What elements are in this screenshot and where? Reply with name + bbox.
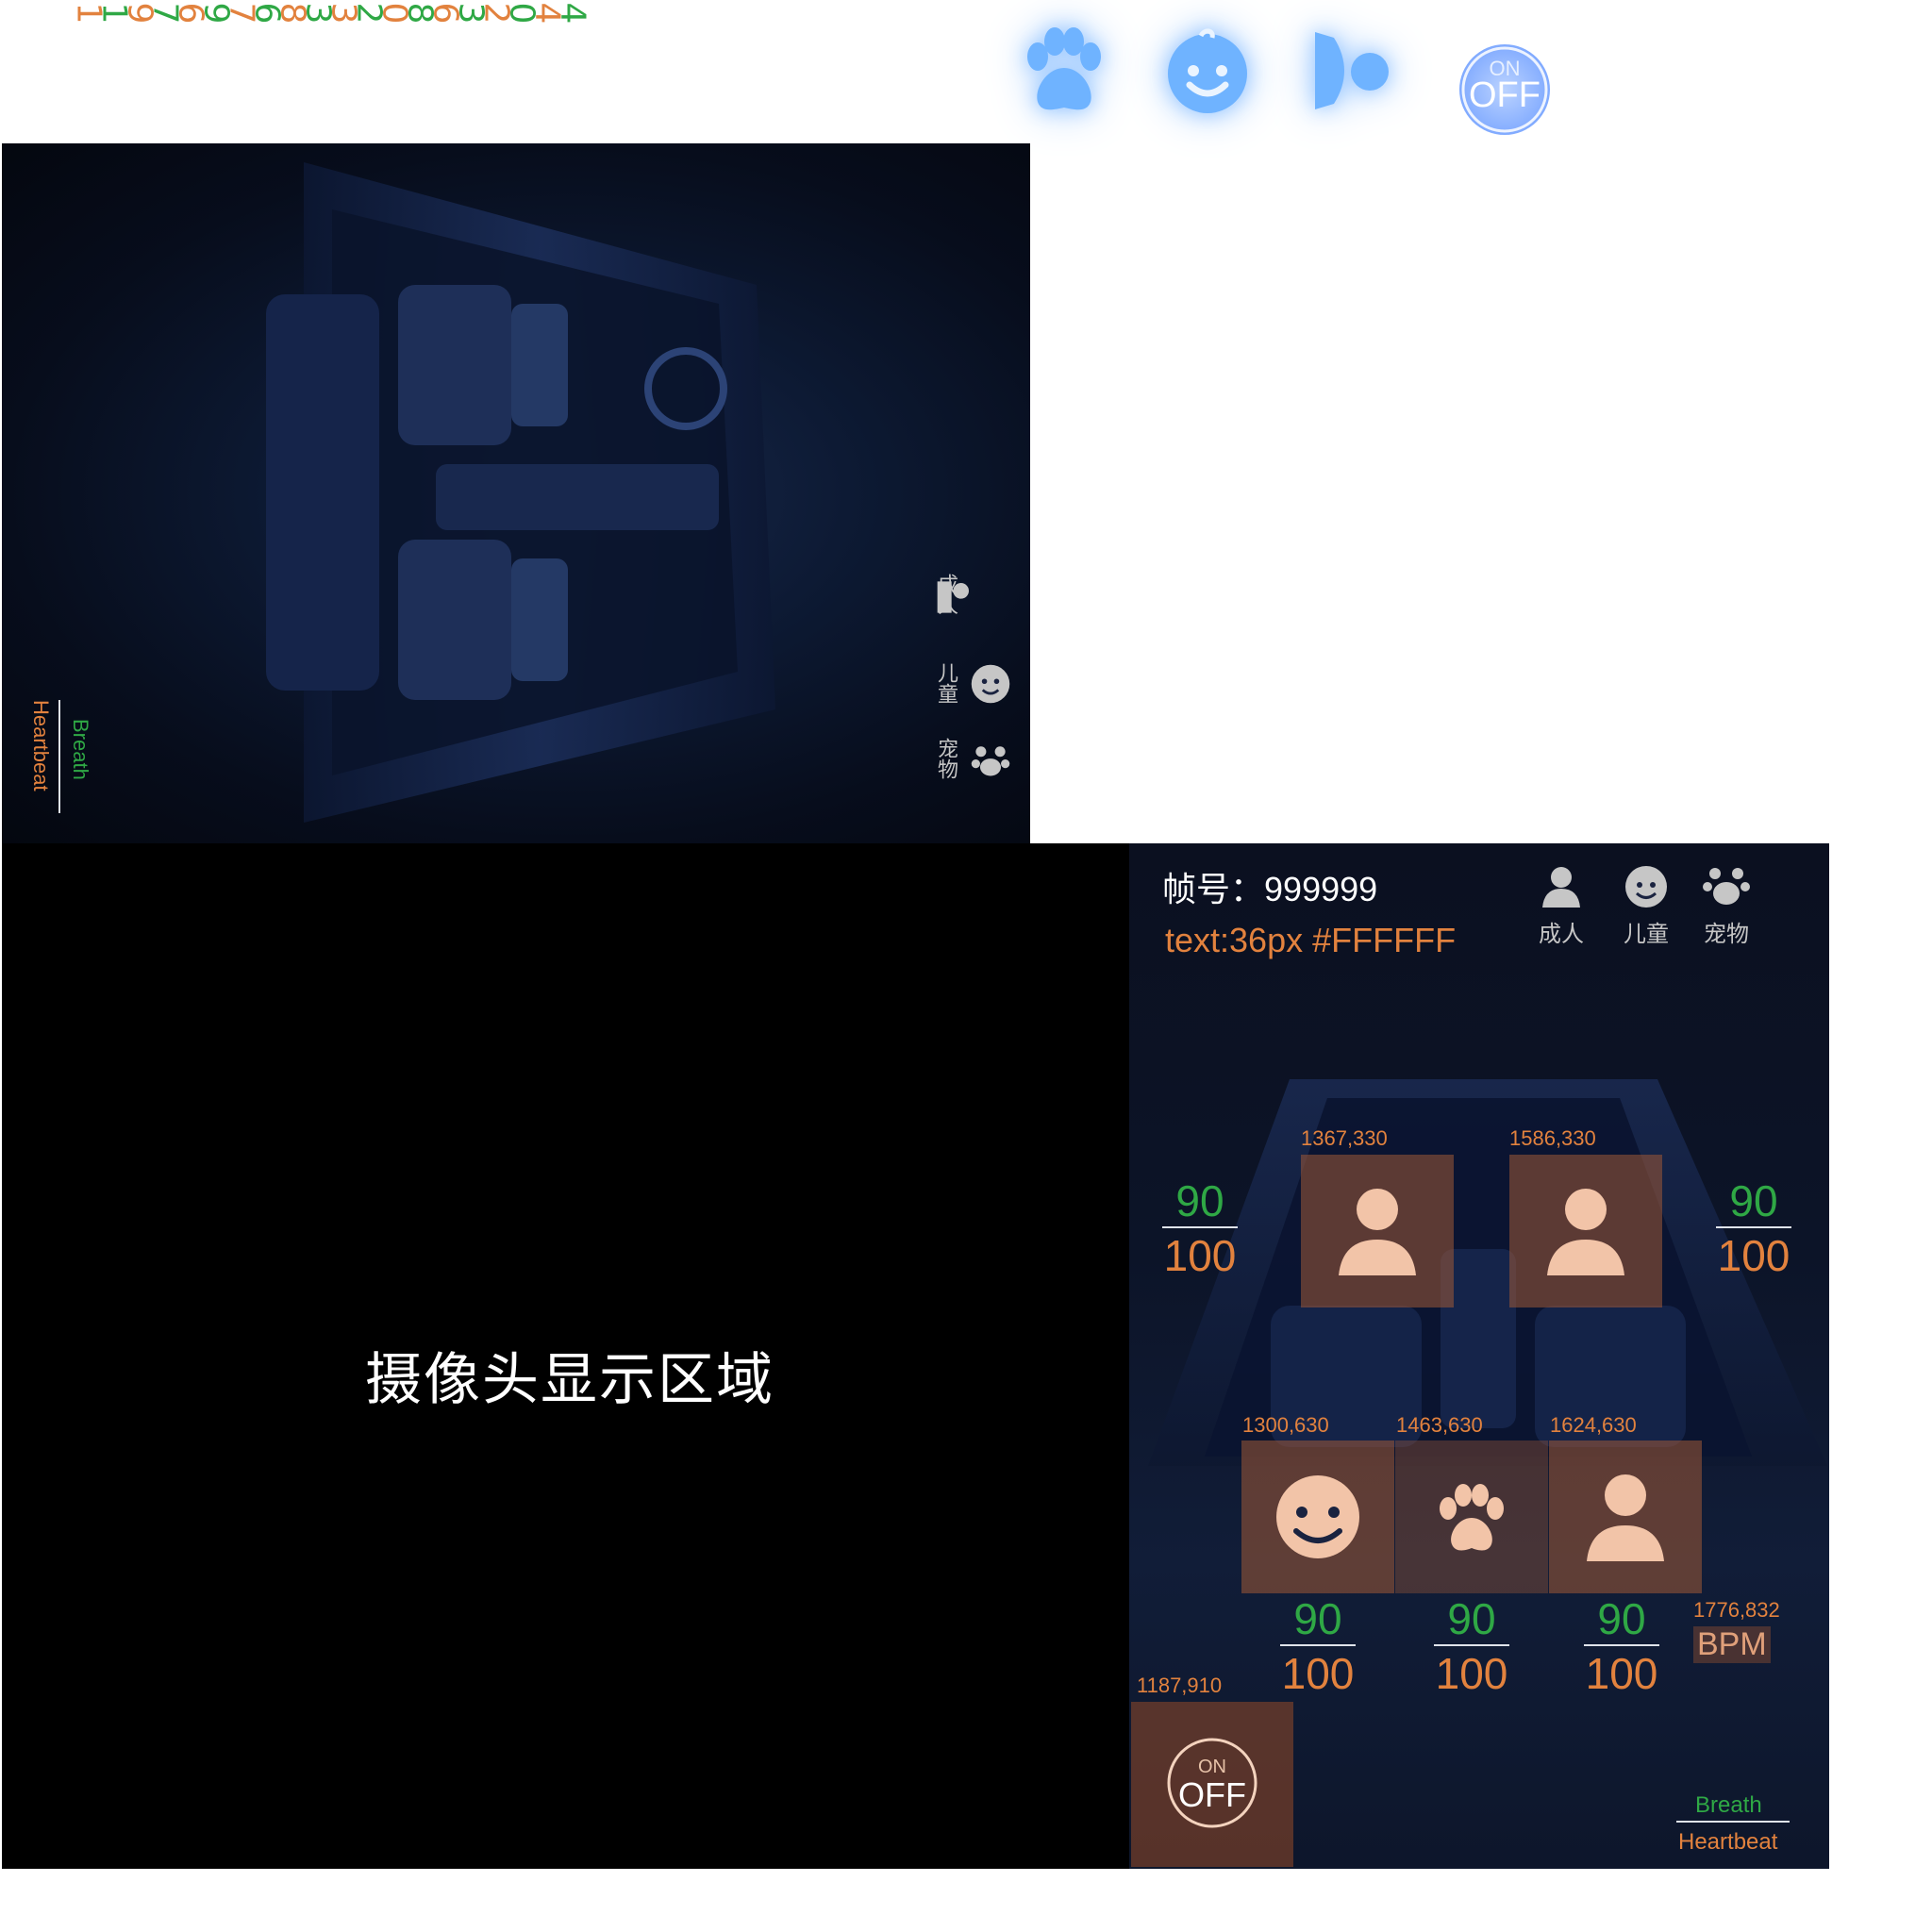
onoff-coordinate: 1187,910 (1137, 1674, 1223, 1697)
seat-coordinate: 1624,630 (1550, 1413, 1637, 1437)
pet-icon[interactable] (969, 738, 1016, 785)
breath-value: 90 (1293, 1594, 1342, 1643)
vitals-divider (1584, 1644, 1659, 1646)
breath-value: 90 (1597, 1594, 1646, 1643)
seat-coordinate: 1300,630 (1242, 1413, 1329, 1437)
seat-coordinate: 1367,330 (1301, 1126, 1388, 1150)
paw-icon (1440, 1484, 1504, 1551)
breath-value: 90 (1175, 1176, 1224, 1225)
child-label: 儿童 (935, 662, 958, 704)
vitals-divider (1280, 1644, 1356, 1646)
vitals-right: 90 100 (1716, 1177, 1791, 1279)
child-icon (1618, 862, 1674, 909)
category-adult-label: 成人 (1539, 922, 1584, 947)
heartbeat-legend: Heartbeat (29, 700, 53, 791)
legend-divider (58, 700, 60, 813)
seat-front-left[interactable] (1301, 1155, 1454, 1307)
car-interior-image (266, 162, 775, 823)
heartbeat-legend: Heartbeat (1678, 1829, 1778, 1855)
frame-separator: ： (1230, 870, 1265, 908)
seat-front-right[interactable] (1509, 1155, 1662, 1307)
digit-strip: 11976976833208632044 (75, 0, 830, 28)
adult-icon (1547, 1189, 1624, 1275)
occupancy-dashboard: 帧号：999999 text:36px #FFFFFF 成人 儿童 宠物 136… (1129, 843, 1829, 1869)
style-note: text:36px #FFFFFF (1165, 921, 1457, 959)
frame-value: 999999 (1264, 870, 1378, 908)
power-off-label: OFF (1469, 75, 1541, 115)
camera-display-area: 摄像头显示区域 (2, 843, 1129, 1869)
bpm-badge: BPM (1693, 1626, 1771, 1663)
power-toggle[interactable]: ON OFF (1131, 1702, 1293, 1867)
vitals-rear-middle: 90 100 (1434, 1595, 1509, 1697)
vitals-divider (1716, 1226, 1791, 1228)
pet-label: 宠物 (935, 738, 958, 779)
category-child[interactable]: 儿童 (1608, 862, 1684, 948)
vitals-divider (1434, 1644, 1509, 1646)
vitals-left: 90 100 (1162, 1177, 1238, 1279)
seat-coordinate: 1463,630 (1396, 1413, 1483, 1437)
car-panel-vertical: 成人 儿童 宠物 Breath Heartbeat (2, 143, 1030, 843)
strip-digit: 4 (553, 2, 592, 25)
frame-number: 帧号：999999 (1162, 862, 1377, 911)
seat-coordinate: 1586,330 (1509, 1126, 1596, 1150)
adult-label: 成人 (935, 574, 958, 615)
speaker-icon[interactable] (1302, 19, 1406, 123)
pet-icon (1698, 862, 1755, 909)
seat-rear-left[interactable] (1241, 1441, 1394, 1593)
child-face-icon[interactable] (1156, 19, 1259, 123)
camera-area-label: 摄像头显示区域 (365, 1348, 774, 1411)
adult-icon (1533, 862, 1590, 909)
adult-icon (1339, 1189, 1416, 1275)
heartbeat-value: 100 (1281, 1649, 1355, 1698)
frame-label: 帧号 (1162, 870, 1231, 908)
category-pet[interactable]: 宠物 (1689, 862, 1764, 948)
heartbeat-value: 100 (1163, 1231, 1237, 1280)
power-toggle[interactable]: ON OFF (1453, 38, 1557, 142)
breath-value: 90 (1447, 1594, 1496, 1643)
breath-legend: Breath (1695, 1792, 1762, 1818)
category-child-label: 儿童 (1624, 922, 1669, 947)
category-adult[interactable]: 成人 (1524, 862, 1599, 948)
power-off-label: OFF (1178, 1775, 1246, 1814)
vitals-rear-left: 90 100 (1280, 1595, 1356, 1697)
adult-icon (1587, 1474, 1664, 1561)
seat-rear-right[interactable] (1549, 1441, 1702, 1593)
breath-legend: Breath (69, 719, 92, 780)
breath-value: 90 (1729, 1176, 1778, 1225)
paw-icon[interactable] (1009, 19, 1113, 123)
heartbeat-value: 100 (1585, 1649, 1658, 1698)
vitals-divider (1162, 1226, 1238, 1228)
vitals-rear-right: 90 100 (1584, 1595, 1659, 1697)
heartbeat-value: 100 (1435, 1649, 1508, 1698)
heartbeat-value: 100 (1717, 1231, 1790, 1280)
child-face-icon (1276, 1475, 1359, 1558)
child-icon[interactable] (969, 662, 1016, 709)
seat-rear-middle[interactable] (1395, 1441, 1548, 1593)
legend-divider (1676, 1821, 1790, 1823)
bpm-coordinate: 1776,832 (1693, 1598, 1780, 1622)
category-pet-label: 宠物 (1704, 922, 1749, 947)
